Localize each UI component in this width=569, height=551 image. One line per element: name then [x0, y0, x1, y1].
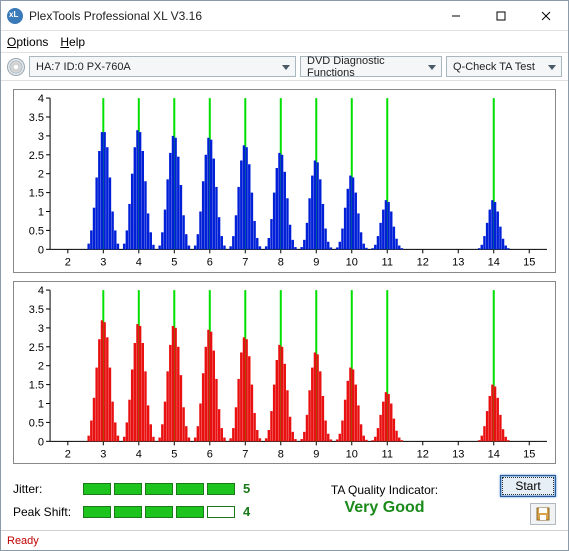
drive-select-label: HA:7 ID:0 PX-760A — [36, 61, 131, 73]
svg-text:14: 14 — [488, 256, 500, 268]
close-button[interactable] — [523, 1, 568, 31]
floppy-icon — [536, 507, 550, 521]
peakshift-value: 4 — [243, 504, 250, 519]
svg-text:4: 4 — [38, 93, 44, 105]
svg-text:13: 13 — [452, 256, 464, 268]
svg-text:9: 9 — [313, 256, 319, 268]
svg-text:13: 13 — [452, 448, 464, 460]
status-bar: Ready — [1, 530, 568, 550]
svg-text:3: 3 — [100, 256, 106, 268]
svg-text:12: 12 — [417, 256, 429, 268]
svg-text:10: 10 — [346, 448, 358, 460]
svg-text:7: 7 — [242, 448, 248, 460]
status-text: Ready — [7, 535, 39, 547]
svg-text:4: 4 — [38, 285, 44, 297]
svg-text:8: 8 — [278, 448, 284, 460]
svg-text:15: 15 — [523, 448, 535, 460]
peakshift-label: Peak Shift: — [13, 505, 75, 519]
svg-text:3: 3 — [38, 131, 44, 143]
svg-text:3.5: 3.5 — [29, 112, 44, 124]
svg-text:2: 2 — [38, 169, 44, 181]
svg-text:2.5: 2.5 — [29, 150, 44, 162]
minimize-button[interactable] — [433, 1, 478, 31]
svg-text:15: 15 — [523, 256, 535, 268]
svg-text:2: 2 — [38, 360, 44, 372]
ta-quality-label: TA Quality Indicator: — [283, 483, 486, 497]
svg-text:6: 6 — [207, 448, 213, 460]
toolbar: HA:7 ID:0 PX-760A DVD Diagnostic Functio… — [1, 53, 568, 81]
save-image-button[interactable] — [530, 503, 556, 525]
svg-text:0.5: 0.5 — [29, 225, 44, 237]
svg-text:1: 1 — [38, 398, 44, 410]
test-select[interactable]: Q-Check TA Test — [446, 56, 562, 77]
function-select-label: DVD Diagnostic Functions — [307, 55, 423, 79]
svg-text:5: 5 — [171, 448, 177, 460]
svg-text:3: 3 — [100, 448, 106, 460]
svg-text:1.5: 1.5 — [29, 379, 44, 391]
svg-text:1: 1 — [38, 207, 44, 219]
svg-text:2.5: 2.5 — [29, 341, 44, 353]
svg-text:11: 11 — [382, 448, 393, 460]
svg-text:12: 12 — [417, 448, 429, 460]
svg-text:2: 2 — [65, 448, 71, 460]
menu-options[interactable]: Options — [7, 35, 48, 49]
app-icon — [7, 8, 23, 24]
svg-text:11: 11 — [382, 256, 393, 268]
app-title: PlexTools Professional XL V3.16 — [29, 9, 202, 23]
drive-select[interactable]: HA:7 ID:0 PX-760A — [29, 56, 296, 77]
jitter-bars — [83, 483, 235, 495]
chart-area: 00.511.522.533.5423456789101112131415 00… — [1, 81, 568, 468]
menu-help[interactable]: Help — [60, 35, 85, 49]
disc-icon — [7, 58, 25, 76]
jitter-label: Jitter: — [13, 482, 75, 496]
ta-quality: TA Quality Indicator: Very Good — [283, 483, 486, 517]
function-select[interactable]: DVD Diagnostic Functions — [300, 56, 442, 77]
menu-bar: Options Help — [1, 31, 568, 53]
peakshift-bars — [83, 506, 235, 518]
jitter-row: Jitter: 5 — [13, 481, 283, 496]
chart-top: 0 0.5 1 1.5 2 2.5 3 3.5 4 2 3 4 5 6 7 8 9 10 11 12 13 14 15 — [13, 89, 556, 273]
test-select-label: Q-Check TA Test — [453, 61, 535, 73]
svg-text:3: 3 — [38, 322, 44, 334]
svg-text:1.5: 1.5 — [29, 188, 44, 200]
svg-text:0: 0 — [38, 436, 44, 448]
svg-text:6: 6 — [207, 256, 213, 268]
maximize-button[interactable] — [478, 1, 523, 31]
svg-text:4: 4 — [136, 448, 142, 460]
title-bar: PlexTools Professional XL V3.16 — [1, 1, 568, 31]
chart-bottom: 0 0.5 1 1.5 2 2.5 3 3.5 4 2 3 4 5 6 7 8 9 10 11 12 13 14 15 — [13, 281, 556, 465]
svg-text:0.5: 0.5 — [29, 417, 44, 429]
start-button[interactable]: Start — [500, 475, 556, 497]
svg-text:2: 2 — [65, 256, 71, 268]
svg-text:0: 0 — [38, 244, 44, 256]
svg-text:8: 8 — [278, 256, 284, 268]
svg-text:10: 10 — [346, 256, 358, 268]
svg-text:7: 7 — [242, 256, 248, 268]
svg-text:9: 9 — [313, 448, 319, 460]
svg-text:4: 4 — [136, 256, 142, 268]
quality-panel: Jitter: 5 Peak Shift: 4 TA Quality Indic… — [1, 468, 568, 530]
jitter-value: 5 — [243, 481, 250, 496]
svg-text:3.5: 3.5 — [29, 303, 44, 315]
peakshift-row: Peak Shift: 4 — [13, 504, 283, 519]
ta-quality-value: Very Good — [283, 499, 486, 517]
svg-text:14: 14 — [488, 448, 500, 460]
svg-text:5: 5 — [171, 256, 177, 268]
